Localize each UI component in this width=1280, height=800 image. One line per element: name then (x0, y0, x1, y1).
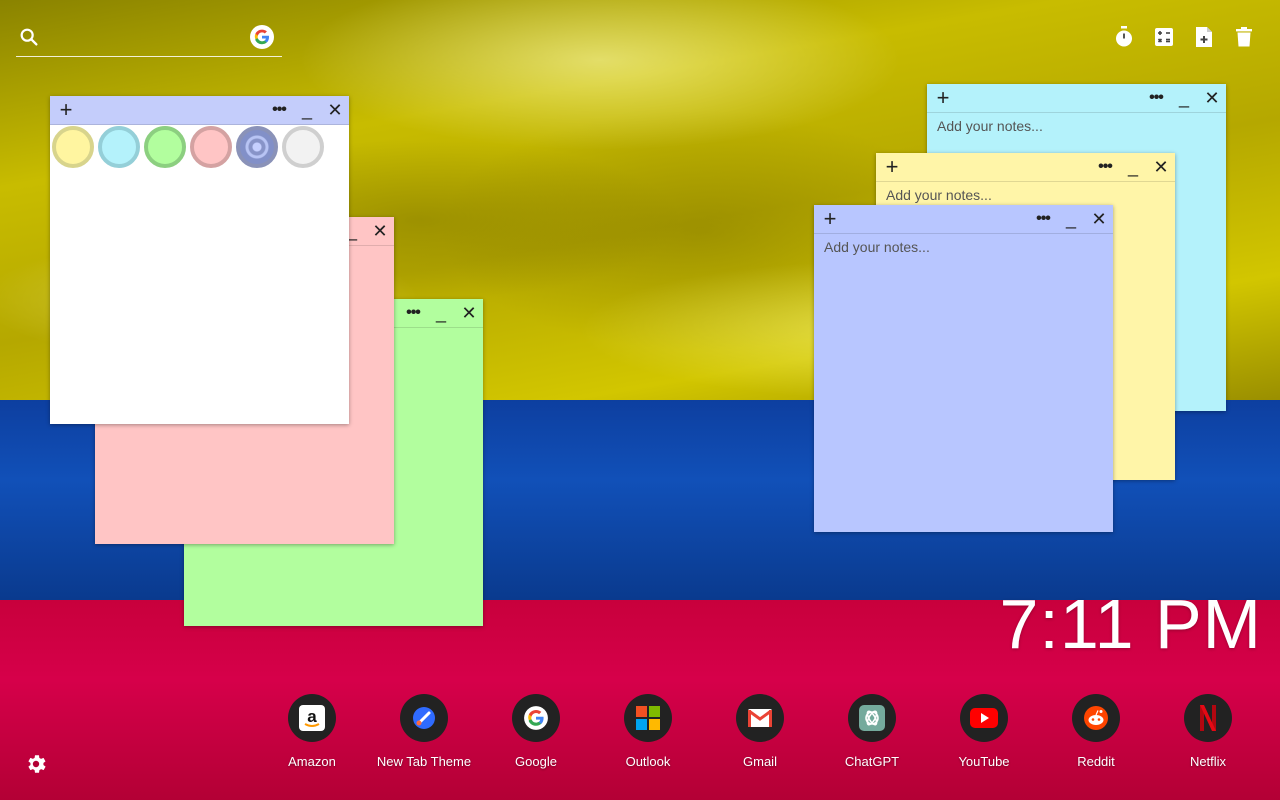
calculator-icon[interactable] (1152, 24, 1176, 50)
note-toolbar: + ••• _ ✕ (814, 205, 1113, 234)
close-button[interactable]: ✕ (457, 299, 481, 327)
amazon-icon: a (288, 694, 336, 742)
minimize-button[interactable]: _ (1059, 205, 1083, 233)
google-icon[interactable] (250, 25, 274, 49)
shortcut-dock: a Amazon New Tab Theme Google Outlook Gm (256, 694, 1264, 769)
close-button[interactable]: ✕ (1087, 205, 1111, 233)
chatgpt-icon (848, 694, 896, 742)
shortcut-label: New Tab Theme (376, 754, 472, 769)
add-note-icon[interactable] (1192, 24, 1216, 50)
shortcut-label: Reddit (1077, 754, 1115, 769)
shortcut-label: Gmail (743, 754, 777, 769)
note-menu-button[interactable]: ••• (1093, 153, 1117, 181)
gear-icon[interactable] (24, 752, 48, 776)
note-menu-button[interactable]: ••• (401, 299, 425, 327)
shortcut-label: Google (515, 754, 557, 769)
shortcut-outlook[interactable]: Outlook (592, 694, 704, 769)
sticky-note-blue[interactable]: + ••• _ ✕ Add your notes... (814, 205, 1113, 532)
note-text-area[interactable]: Add your notes... (937, 118, 1216, 134)
swatch-yellow[interactable] (52, 126, 94, 168)
minimize-button[interactable]: _ (1172, 84, 1196, 112)
note-menu-button[interactable]: ••• (1031, 205, 1055, 233)
note-text-area[interactable]: Add your notes... (886, 187, 1165, 203)
add-note-button[interactable]: + (818, 205, 842, 233)
google-icon (512, 694, 560, 742)
add-note-button[interactable]: + (931, 84, 955, 112)
add-note-button[interactable]: + (54, 96, 78, 124)
close-button[interactable]: ✕ (1149, 153, 1173, 181)
sticky-note-color-picker[interactable]: + ••• _ ✕ (50, 96, 349, 424)
shortcut-chatgpt[interactable]: ChatGPT (816, 694, 928, 769)
shortcut-netflix[interactable]: Netflix (1152, 694, 1264, 769)
shortcut-google[interactable]: Google (480, 694, 592, 769)
shortcut-reddit[interactable]: Reddit (1040, 694, 1152, 769)
close-button[interactable]: ✕ (368, 217, 392, 245)
swatch-pink[interactable] (190, 126, 232, 168)
note-toolbar: + ••• _ ✕ (876, 153, 1175, 182)
top-toolbar (1112, 24, 1256, 50)
swatch-green[interactable] (144, 126, 186, 168)
timer-icon[interactable] (1112, 24, 1136, 50)
search-icon[interactable] (18, 26, 40, 48)
shortcut-label: Netflix (1189, 754, 1227, 769)
search-input[interactable] (48, 24, 252, 52)
swatch-white[interactable] (282, 126, 324, 168)
note-menu-button[interactable]: ••• (267, 96, 291, 124)
shortcut-label: Amazon (288, 754, 336, 769)
shortcut-youtube[interactable]: YouTube (928, 694, 1040, 769)
outlook-icon (624, 694, 672, 742)
shortcut-gmail[interactable]: Gmail (704, 694, 816, 769)
note-text-area[interactable]: Add your notes... (824, 239, 1103, 255)
shortcut-label: Outlook (625, 754, 671, 769)
netflix-icon (1184, 694, 1232, 742)
shortcut-label: YouTube (958, 754, 1010, 769)
color-swatches (52, 126, 324, 168)
note-toolbar: + ••• _ ✕ (927, 84, 1226, 113)
shortcut-amazon[interactable]: a Amazon (256, 694, 368, 769)
swatch-blue-selected[interactable] (236, 126, 278, 168)
new-tab-theme-icon (400, 694, 448, 742)
minimize-button[interactable]: _ (1121, 153, 1145, 181)
note-toolbar: + ••• _ ✕ (50, 96, 349, 125)
youtube-icon (960, 694, 1008, 742)
shortcut-new-tab-theme[interactable]: New Tab Theme (368, 694, 480, 769)
minimize-button[interactable]: _ (429, 299, 453, 327)
add-note-button[interactable]: + (880, 153, 904, 181)
trash-icon[interactable] (1232, 24, 1256, 50)
clock: 7:11 PM (999, 585, 1262, 663)
close-button[interactable]: ✕ (323, 96, 347, 124)
shortcut-label: ChatGPT (844, 754, 900, 769)
close-button[interactable]: ✕ (1200, 84, 1224, 112)
gmail-icon (736, 694, 784, 742)
swatch-cyan[interactable] (98, 126, 140, 168)
note-menu-button[interactable]: ••• (1144, 84, 1168, 112)
minimize-button[interactable]: _ (295, 96, 319, 124)
reddit-icon (1072, 694, 1120, 742)
svg-text:a: a (307, 707, 317, 726)
search-bar (16, 22, 282, 57)
